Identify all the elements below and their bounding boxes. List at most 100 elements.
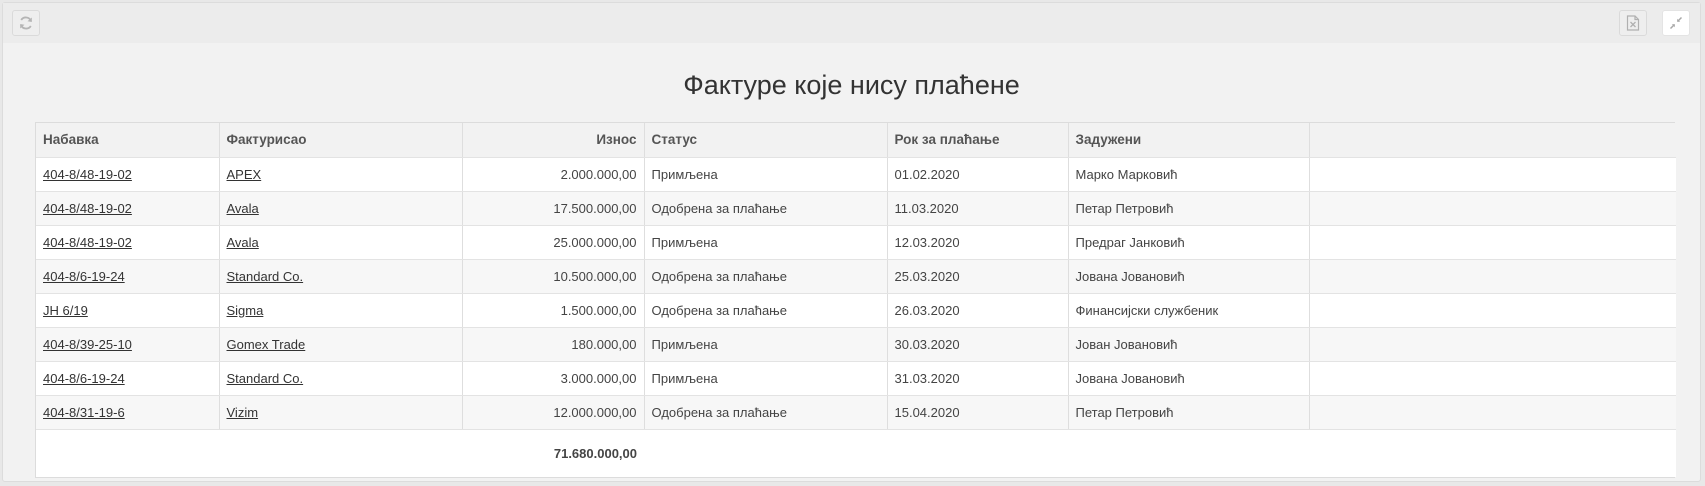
supplier-cell: Sigma xyxy=(219,293,463,328)
status-cell: Одобрена за плаћање xyxy=(644,259,888,294)
supplier-link[interactable]: Standard Co. xyxy=(227,371,304,386)
report-panel: Фактуре које нису плаћене Набавка Фактур… xyxy=(2,2,1701,482)
footer-cell-empty xyxy=(219,429,462,477)
supplier-cell: Vizim xyxy=(219,395,463,430)
assignee-cell: Петар Петровић xyxy=(1068,191,1310,226)
supplier-link[interactable]: Avala xyxy=(227,201,259,216)
due-date-cell: 25.03.2020 xyxy=(887,259,1069,294)
procurement-cell: 404-8/31-19-6 xyxy=(36,395,220,430)
total-amount: 71.680.000,00 xyxy=(462,429,644,477)
supplier-cell: Standard Co. xyxy=(219,361,463,396)
column-header-empty xyxy=(1309,123,1676,158)
panel-toolbar xyxy=(3,3,1700,43)
amount-cell: 180.000,00 xyxy=(462,327,645,362)
footer-cell-empty xyxy=(1309,429,1676,477)
table-row: 404-8/6-19-24 Standard Co. 3.000.000,00 При… xyxy=(36,361,1676,396)
due-date-cell: 12.03.2020 xyxy=(887,225,1069,260)
table-row: 404-8/6-19-24 Standard Co. 10.500.000,00 Од… xyxy=(36,259,1676,294)
status-cell: Примљена xyxy=(644,157,888,192)
column-header-amount[interactable]: Износ xyxy=(462,123,645,158)
empty-cell xyxy=(1309,191,1676,226)
procurement-cell: 404-8/6-19-24 xyxy=(36,361,220,396)
status-cell: Одобрена за плаћање xyxy=(644,395,888,430)
invoices-table-container: Набавка Фактурисао Износ Статус Рок за п… xyxy=(35,122,1676,478)
empty-cell xyxy=(1309,293,1676,328)
procurement-link[interactable]: 404-8/6-19-24 xyxy=(43,371,125,386)
collapse-button[interactable] xyxy=(1662,10,1690,36)
assignee-cell: Финансијски службеник xyxy=(1068,293,1310,328)
procurement-cell: 404-8/6-19-24 xyxy=(36,259,220,294)
amount-cell: 2.000.000,00 xyxy=(462,157,645,192)
procurement-cell: ЈН 6/19 xyxy=(36,293,220,328)
due-date-cell: 01.02.2020 xyxy=(887,157,1069,192)
supplier-link[interactable]: Standard Co. xyxy=(227,269,304,284)
status-cell: Примљена xyxy=(644,327,888,362)
column-header-supplier[interactable]: Фактурисао xyxy=(219,123,463,158)
refresh-icon xyxy=(20,16,32,30)
column-header-due-date[interactable]: Рок за плаћање xyxy=(887,123,1069,158)
assignee-cell: Петар Петровић xyxy=(1068,395,1310,430)
procurement-link[interactable]: 404-8/31-19-6 xyxy=(43,405,125,420)
due-date-cell: 11.03.2020 xyxy=(887,191,1069,226)
due-date-cell: 26.03.2020 xyxy=(887,293,1069,328)
due-date-cell: 30.03.2020 xyxy=(887,327,1069,362)
amount-cell: 12.000.000,00 xyxy=(462,395,645,430)
amount-cell: 1.500.000,00 xyxy=(462,293,645,328)
empty-cell xyxy=(1309,327,1676,362)
table-row: 404-8/48-19-02 Avala 17.500.000,00 Одобрена… xyxy=(36,191,1676,226)
refresh-button[interactable] xyxy=(12,10,40,36)
procurement-cell: 404-8/48-19-02 xyxy=(36,225,220,260)
amount-cell: 10.500.000,00 xyxy=(462,259,645,294)
empty-cell xyxy=(1309,259,1676,294)
collapse-icon xyxy=(1669,16,1683,30)
footer-cell-empty xyxy=(887,429,1068,477)
procurement-link[interactable]: 404-8/48-19-02 xyxy=(43,167,132,182)
column-header-status[interactable]: Статус xyxy=(644,123,888,158)
procurement-cell: 404-8/39-25-10 xyxy=(36,327,220,362)
assignee-cell: Јована Јовановић xyxy=(1068,361,1310,396)
assignee-cell: Марко Марковић xyxy=(1068,157,1310,192)
supplier-cell: APEX xyxy=(219,157,463,192)
status-cell: Одобрена за плаћање xyxy=(644,191,888,226)
assignee-cell: Јована Јовановић xyxy=(1068,259,1310,294)
procurement-link[interactable]: 404-8/48-19-02 xyxy=(43,235,132,250)
supplier-cell: Gomex Trade xyxy=(219,327,463,362)
due-date-cell: 31.03.2020 xyxy=(887,361,1069,396)
footer-cell-empty xyxy=(1068,429,1309,477)
table-row: 404-8/31-19-6 Vizim 12.000.000,00 Одобрена … xyxy=(36,395,1676,430)
supplier-link[interactable]: Vizim xyxy=(227,405,259,420)
excel-export-button[interactable] xyxy=(1619,10,1647,36)
procurement-link[interactable]: 404-8/48-19-02 xyxy=(43,201,132,216)
footer-cell-empty xyxy=(36,429,219,477)
table-row: ЈН 6/19 Sigma 1.500.000,00 Одобрена за плаћ… xyxy=(36,293,1676,328)
amount-cell: 3.000.000,00 xyxy=(462,361,645,396)
column-header-assignee[interactable]: Задужени xyxy=(1068,123,1310,158)
due-date-cell: 15.04.2020 xyxy=(887,395,1069,430)
unpaid-invoices-table: Набавка Фактурисао Износ Статус Рок за п… xyxy=(36,123,1676,477)
table-footer-row: 71.680.000,00 xyxy=(36,429,1676,477)
supplier-link[interactable]: Gomex Trade xyxy=(227,337,306,352)
empty-cell xyxy=(1309,361,1676,396)
assignee-cell: Предраг Јанковић xyxy=(1068,225,1310,260)
procurement-cell: 404-8/48-19-02 xyxy=(36,157,220,192)
procurement-link[interactable]: 404-8/6-19-24 xyxy=(43,269,125,284)
procurement-link[interactable]: ЈН 6/19 xyxy=(43,303,88,318)
supplier-link[interactable]: Avala xyxy=(227,235,259,250)
procurement-link[interactable]: 404-8/39-25-10 xyxy=(43,337,132,352)
amount-cell: 17.500.000,00 xyxy=(462,191,645,226)
supplier-link[interactable]: Sigma xyxy=(227,303,264,318)
status-cell: Примљена xyxy=(644,361,888,396)
table-row: 404-8/48-19-02 Avala 25.000.000,00 Примљена… xyxy=(36,225,1676,260)
page-title: Фактуре које нису плаћене xyxy=(683,70,1020,100)
status-cell: Одобрена за плаћање xyxy=(644,293,888,328)
table-row: 404-8/39-25-10 Gomex Trade 180.000,00 Примљ… xyxy=(36,327,1676,362)
table-header-row: Набавка Фактурисао Износ Статус Рок за п… xyxy=(36,123,1676,158)
supplier-link[interactable]: APEX xyxy=(227,167,262,182)
empty-cell xyxy=(1309,395,1676,430)
amount-cell: 25.000.000,00 xyxy=(462,225,645,260)
empty-cell xyxy=(1309,157,1676,192)
supplier-cell: Avala xyxy=(219,225,463,260)
procurement-cell: 404-8/48-19-02 xyxy=(36,191,220,226)
supplier-cell: Avala xyxy=(219,191,463,226)
column-header-procurement[interactable]: Набавка xyxy=(36,123,220,158)
